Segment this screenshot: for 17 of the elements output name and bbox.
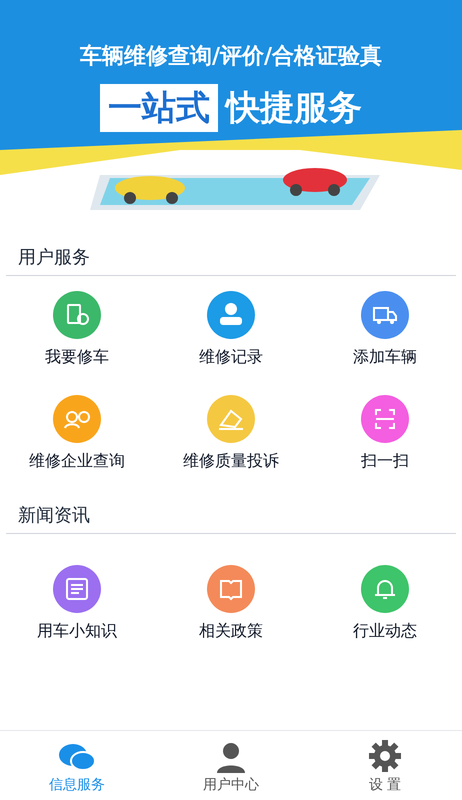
banner-title: 快捷服务	[226, 87, 362, 130]
section-title: 新闻资讯	[18, 505, 90, 526]
menu-item[interactable]: 相关政策	[154, 564, 308, 644]
banner-subtitle: 车辆维修查询/评价/合格证验真	[80, 43, 382, 71]
gear-icon	[368, 739, 402, 773]
banner-title: 一站式	[100, 84, 218, 132]
menu-item[interactable]: 维修企业查询	[0, 394, 154, 474]
tab[interactable]: 用户中心	[154, 731, 308, 800]
menu-item[interactable]: 我要修车	[0, 290, 154, 370]
menu-item[interactable]: 用车小知识	[0, 564, 154, 644]
tab[interactable]: 设 置	[308, 731, 462, 800]
menu-item[interactable]: 行业动态	[308, 564, 462, 644]
menu-item[interactable]: 扫一扫	[308, 394, 462, 474]
menu-item[interactable]: 添加车辆	[308, 290, 462, 370]
menu-item[interactable]: 维修质量投诉	[154, 394, 308, 474]
section-title: 用户服务	[18, 247, 90, 268]
menu-item[interactable]: 维修记录	[154, 290, 308, 370]
